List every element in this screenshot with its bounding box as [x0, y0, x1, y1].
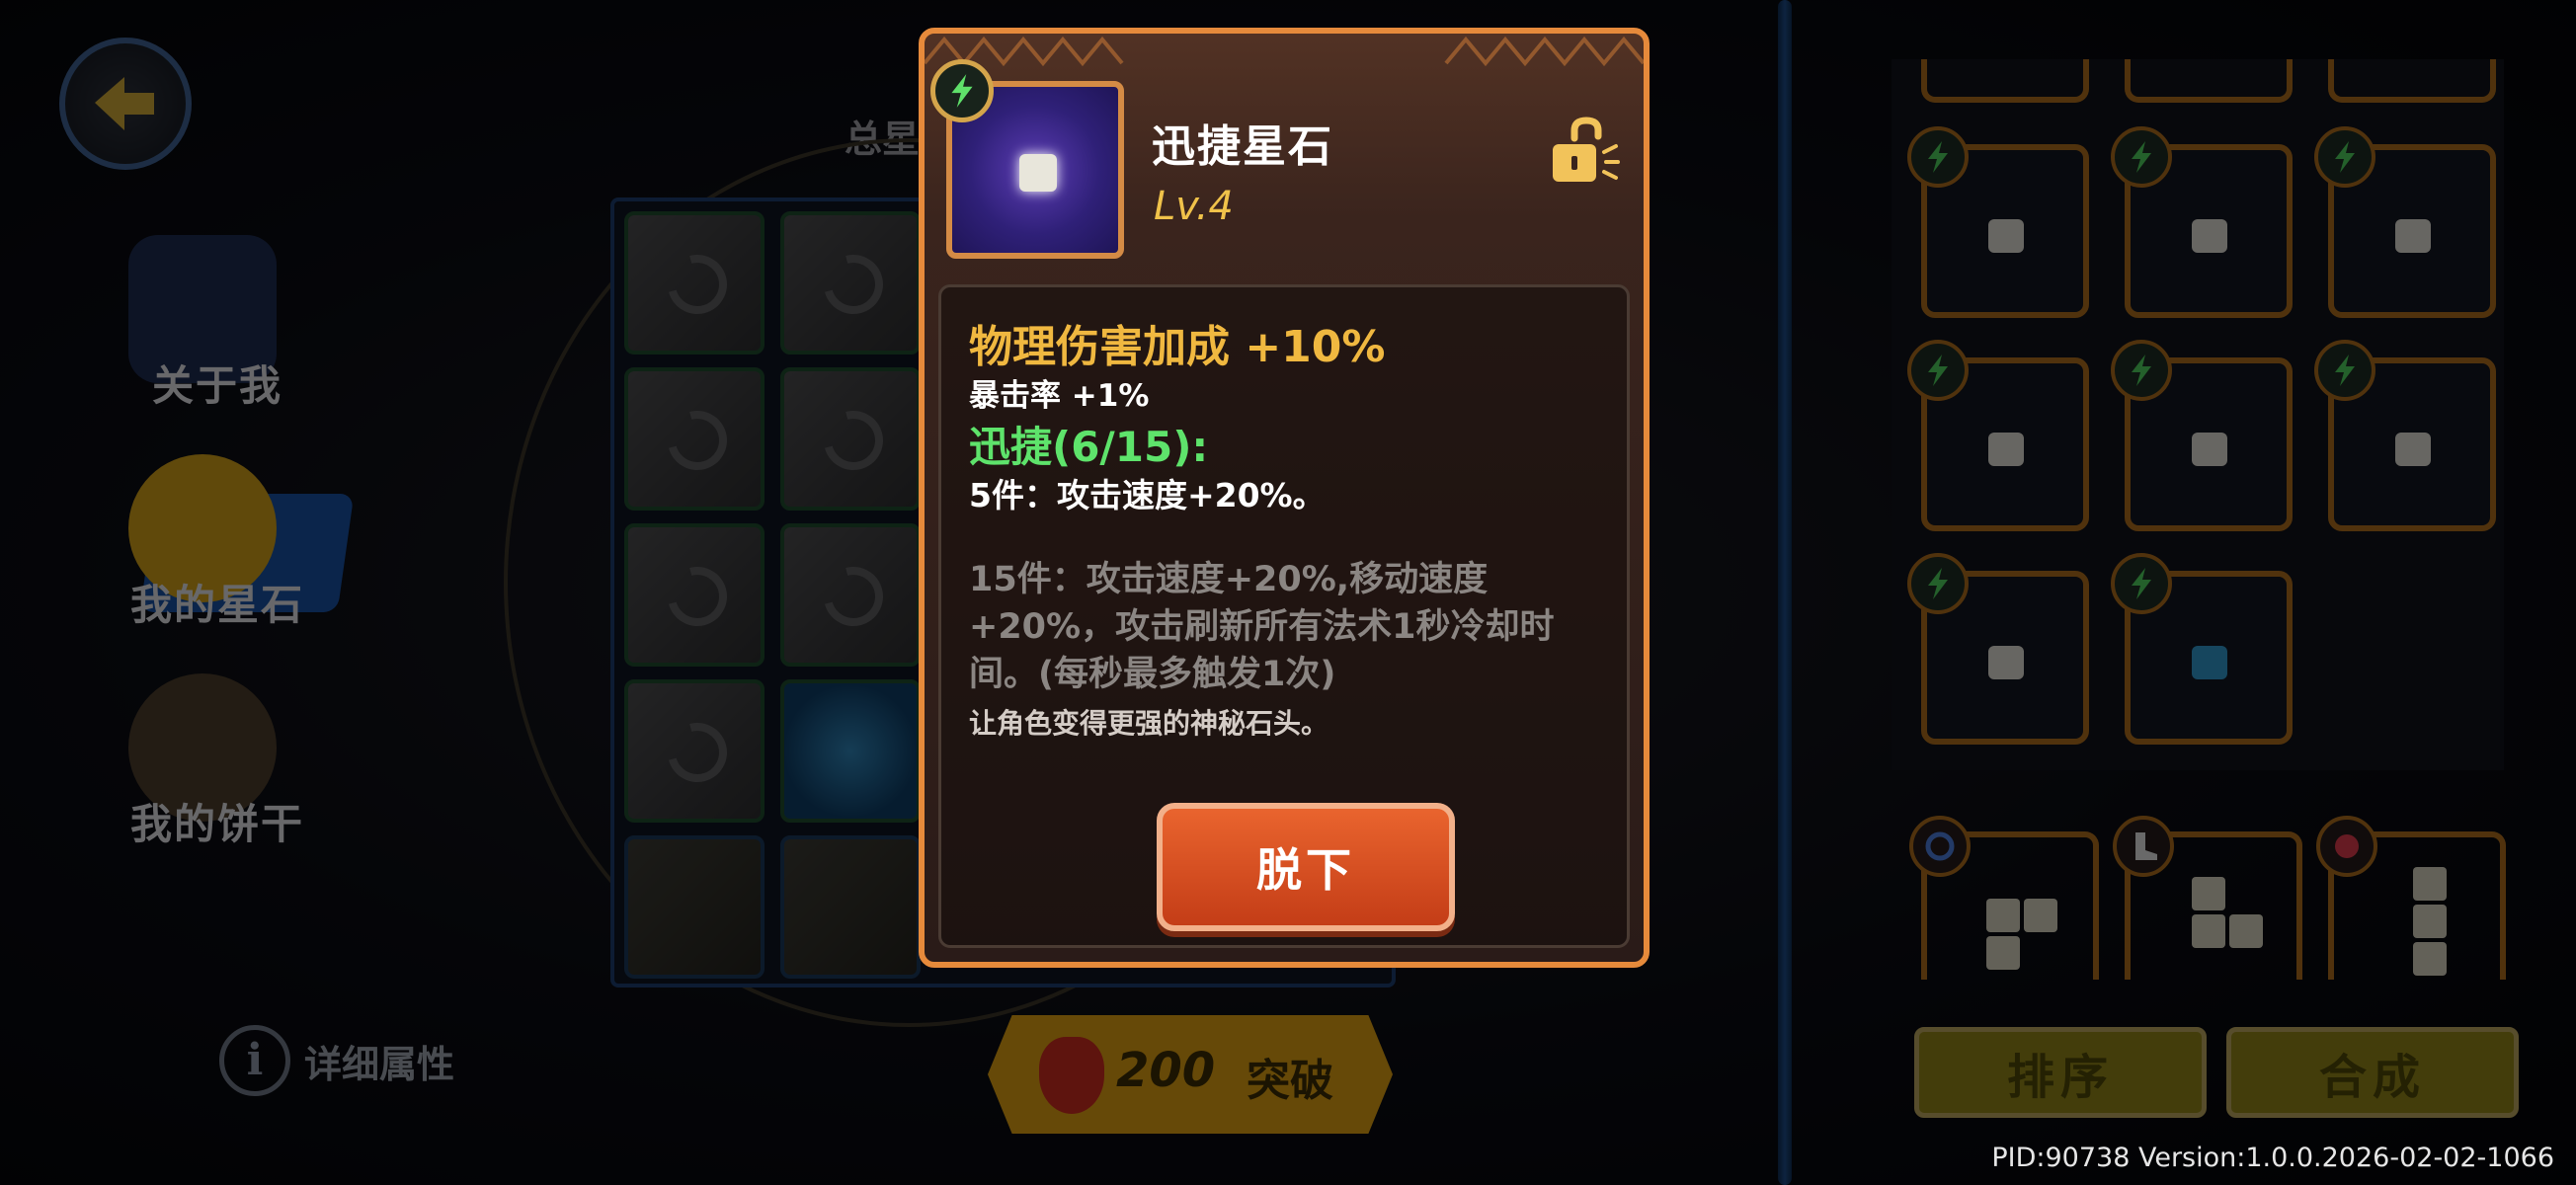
sidebar-item-label: 我的星石 [129, 581, 304, 629]
stone-detail-popup: 迅捷星石 Lv.4 物理伤害加成 +10% 暴击率 +1% 迅捷(6/15): … [919, 28, 1650, 968]
inventory-slot[interactable] [1907, 340, 2089, 531]
main-stat: 物理伤害加成 +10% [969, 322, 1386, 372]
equipment-slot[interactable] [780, 367, 921, 511]
panel-divider [1778, 0, 1792, 1185]
unequip-button[interactable]: 脱下 [1157, 803, 1455, 931]
lightning-icon [1907, 340, 1969, 401]
inventory-slot[interactable] [2111, 553, 2293, 745]
sidebar-item-label: 关于我 [151, 361, 282, 410]
sidebar-item-label: 我的饼干 [129, 800, 304, 848]
inventory-slot[interactable] [2111, 126, 2293, 318]
locked-slot[interactable] [624, 835, 765, 979]
header-pattern [925, 36, 1644, 67]
inventory-slot-partial[interactable] [2328, 59, 2496, 103]
info-icon: i [219, 1025, 290, 1096]
set-slot-vortex[interactable] [1909, 816, 2099, 980]
unlock-icon[interactable] [1545, 117, 1620, 186]
lightning-icon [2111, 126, 2172, 188]
equipment-slot[interactable] [780, 211, 921, 355]
equipment-slot[interactable] [624, 367, 765, 511]
stone-description: 物理伤害加成 +10% 暴击率 +1% 迅捷(6/15): 5件：攻击速度+20… [938, 284, 1630, 948]
sidebar-item-my-cookies[interactable]: 我的饼干 [109, 673, 326, 851]
detail-attributes-link[interactable]: i 详细属性 [219, 1025, 454, 1096]
equipment-slot-selected[interactable] [780, 679, 921, 823]
inventory-slot[interactable] [2314, 126, 2496, 318]
equipment-slot[interactable] [624, 679, 765, 823]
breakthrough-label: 突破 [1247, 1056, 1333, 1106]
lightning-icon [1907, 553, 1969, 614]
lightning-icon [2111, 553, 2172, 614]
lightning-icon [2314, 126, 2375, 188]
version-text: PID:90738 Version:1.0.0.2026-02-02-1066 [1991, 1143, 2554, 1173]
breakthrough-cost: 200 [1116, 1043, 1216, 1098]
strawberry-icon [1039, 1037, 1104, 1114]
inventory-slot[interactable] [1907, 553, 2089, 745]
breakthrough-button[interactable]: 200 突破 [988, 1015, 1393, 1134]
set-title: 迅捷(6/15): [969, 423, 1209, 471]
sub-stat: 暴击率 +1% [969, 378, 1150, 414]
inventory-slot-partial[interactable] [2125, 59, 2293, 103]
stone-level: Lv.4 [1154, 184, 1234, 229]
vortex-icon [1909, 816, 1971, 877]
combine-button[interactable]: 合成 [2226, 1027, 2519, 1118]
set-slot-heart[interactable] [2316, 816, 2506, 980]
sidebar-item-my-stones[interactable]: 我的星石 [109, 454, 355, 632]
equipment-slot[interactable] [624, 211, 765, 355]
stone-name: 迅捷星石 [1152, 121, 1333, 172]
lightning-icon [930, 59, 994, 122]
detail-attributes-label: 详细属性 [304, 1042, 455, 1086]
boot-icon [2113, 816, 2174, 877]
lightning-icon [2314, 340, 2375, 401]
stone-icon [1019, 154, 1057, 192]
set-bonus-15: 15件：攻击速度+20%,移动速度+20%，攻击刷新所有法术1秒冷却时间。(每秒… [969, 560, 1555, 694]
back-button[interactable] [59, 38, 192, 170]
inventory-slot[interactable] [2314, 340, 2496, 531]
inventory-slot-partial[interactable] [1921, 59, 2089, 103]
sort-button[interactable]: 排序 [1914, 1027, 2207, 1118]
equipment-slot[interactable] [624, 523, 765, 667]
inventory-slot[interactable] [1907, 126, 2089, 318]
set-slot-boot[interactable] [2113, 816, 2302, 980]
sidebar-item-about-me[interactable]: 关于我 [109, 235, 326, 413]
locked-slot[interactable] [780, 835, 921, 979]
stone-inventory [1892, 59, 2504, 770]
lightning-icon [2111, 340, 2172, 401]
inventory-slot[interactable] [2111, 340, 2293, 531]
heart-icon [2316, 816, 2377, 877]
flavor-text: 让角色变得更强的神秘石头。 [969, 707, 1329, 740]
back-arrow-icon [95, 77, 154, 130]
set-bonus-5: 5件：攻击速度+20%。 [969, 476, 1326, 514]
lightning-icon [1907, 126, 1969, 188]
equipment-slot[interactable] [780, 523, 921, 667]
